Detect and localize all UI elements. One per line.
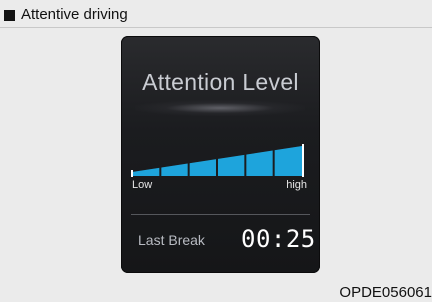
gauge-low-label: Low: [132, 179, 153, 191]
last-break-time: 00:25: [241, 225, 316, 253]
cluster-display: Attention Level Low high Last Break 00:2…: [121, 36, 320, 273]
manual-figure: Attentive driving Attention Level Low hi…: [0, 0, 432, 302]
break-divider: [131, 214, 310, 215]
figure-code: OPDE056061: [339, 284, 432, 301]
last-break-label: Last Break: [138, 232, 205, 248]
attention-gauge: [131, 144, 304, 177]
caption-text: Attentive driving: [21, 6, 128, 23]
gauge-high-label: high: [286, 179, 307, 191]
black-square-icon: [4, 9, 15, 21]
figure-caption: Attentive driving: [4, 6, 128, 24]
caption-divider: [0, 27, 432, 28]
